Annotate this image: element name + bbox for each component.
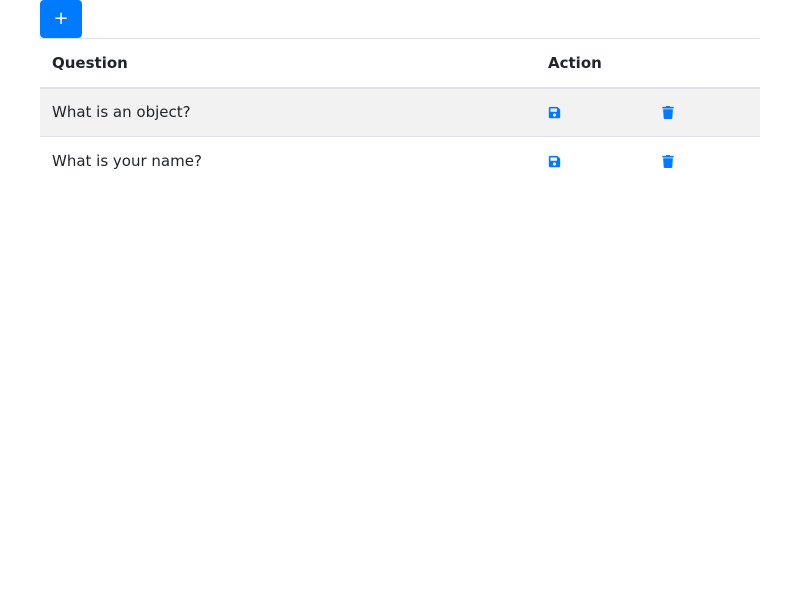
save-icon[interactable] <box>548 155 562 169</box>
save-icon[interactable] <box>548 106 562 120</box>
table-row: What is an object? <box>40 87 760 137</box>
save-cell <box>536 88 650 137</box>
trash-icon[interactable] <box>662 105 676 120</box>
header-row: Question Action <box>40 38 760 88</box>
delete-cell <box>650 137 760 186</box>
action-column-header-spacer <box>650 39 760 88</box>
save-cell <box>536 137 650 186</box>
question-cell: What is your name? <box>52 152 202 171</box>
add-question-button[interactable]: + <box>40 0 82 38</box>
question-column-header: Question <box>52 53 128 72</box>
table-row: What is your name? <box>40 137 760 186</box>
trash-icon[interactable] <box>662 154 676 169</box>
question-cell: What is an object? <box>52 103 191 122</box>
table-body: What is an object? What is your name? <box>40 87 760 186</box>
questions-table: Question Action What is an object? What … <box>40 38 760 186</box>
table-header: Question Action <box>40 38 760 88</box>
action-column-header: Action <box>548 53 602 72</box>
delete-cell <box>650 88 760 137</box>
